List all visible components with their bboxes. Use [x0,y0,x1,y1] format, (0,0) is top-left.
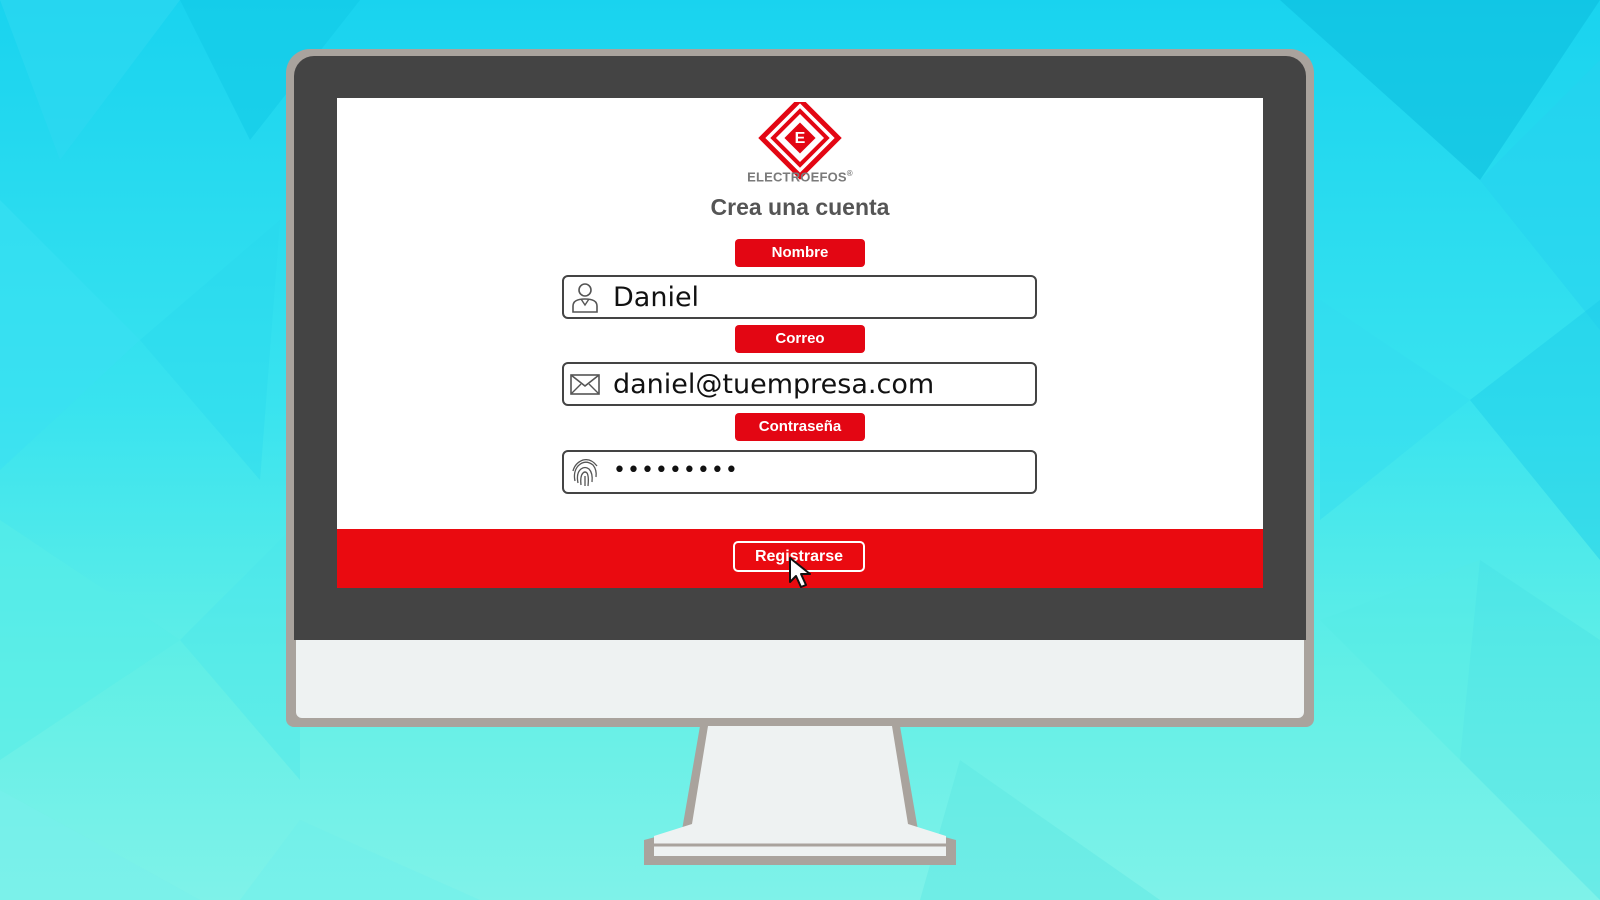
brand-name-prefix: ELECTRO [747,169,811,185]
email-field[interactable]: daniel@tuempresa.com [562,362,1037,406]
password-field[interactable]: ••••••••• [562,450,1037,494]
name-value: Daniel [613,282,700,313]
mouse-pointer-icon [789,557,811,588]
password-label: Contraseña [735,413,865,441]
fingerprint-icon [572,458,598,487]
svg-text:E: E [795,130,806,147]
signup-screen: E ELECTROEFOS® Crea una cuenta Nombre Da… [337,98,1263,588]
page-title: Crea una cuenta [710,194,890,220]
brand-name-suffix: EFOS [810,169,847,185]
name-label: Nombre [735,239,865,267]
email-value: daniel@tuempresa.com [613,369,935,400]
password-value: ••••••••• [613,458,739,483]
brand-name: ELECTROEFOS® [337,169,1263,184]
email-label: Correo [735,325,865,353]
registered-mark: ® [846,169,853,178]
envelope-icon [570,374,600,395]
user-icon [572,283,598,313]
name-field[interactable]: Daniel [562,275,1037,319]
